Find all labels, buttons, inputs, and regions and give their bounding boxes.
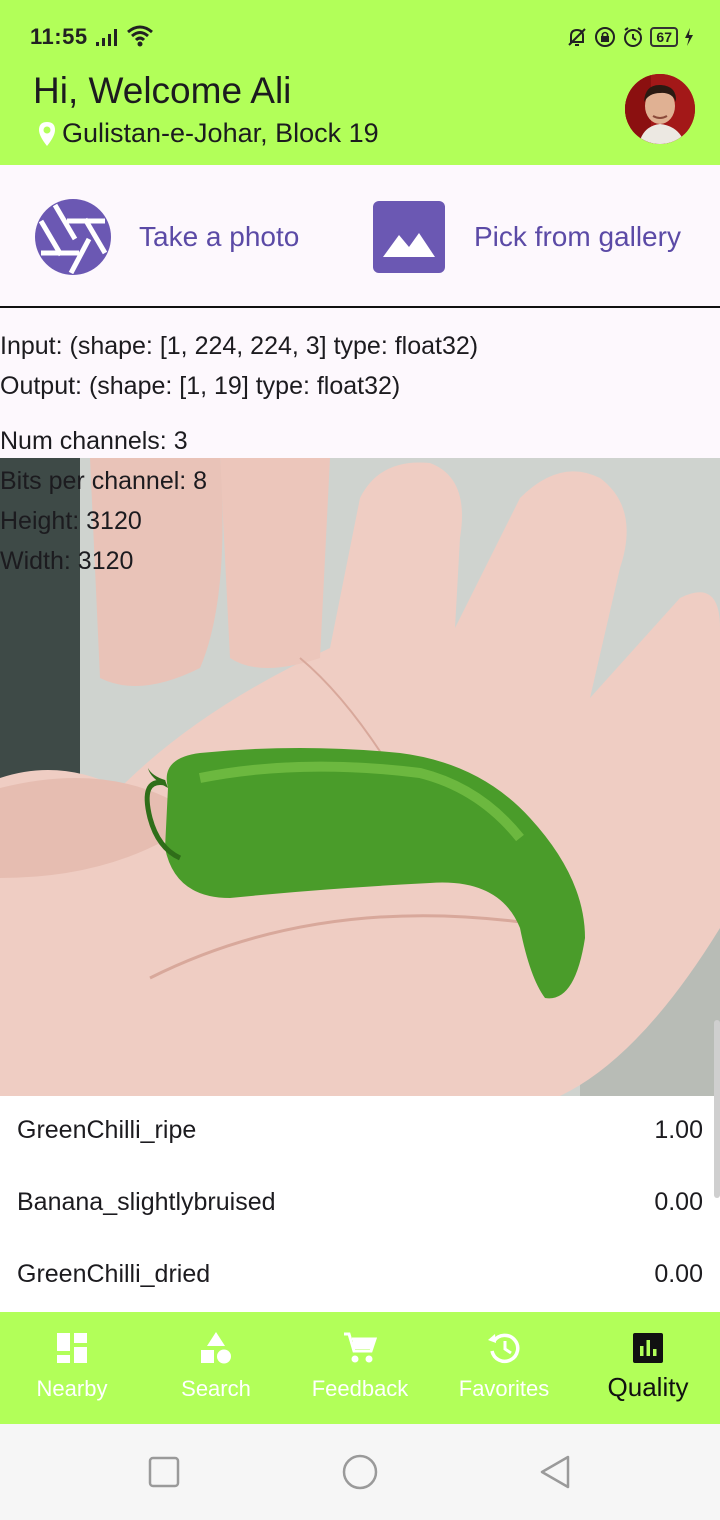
classification-results: GreenChilli_ripe 1.00 Banana_slightlybru… — [0, 1096, 720, 1312]
nav-favorites[interactable]: Favorites — [432, 1312, 576, 1424]
dashboard-icon — [54, 1330, 90, 1366]
recent-apps-icon[interactable] — [144, 1452, 184, 1492]
location-text: Gulistan-e-Johar, Block 19 — [62, 118, 379, 148]
result-row[interactable]: GreenChilli_ripe 1.00 — [0, 1096, 720, 1168]
take-photo-button[interactable]: Take a photo — [33, 165, 299, 308]
nav-nearby[interactable]: Nearby — [0, 1312, 144, 1424]
bar-chart-icon — [630, 1330, 666, 1366]
pick-gallery-button[interactable]: Pick from gallery — [373, 165, 681, 308]
signal-icon — [96, 29, 117, 46]
charging-icon — [685, 28, 693, 46]
nav-label: Nearby — [36, 1376, 108, 1401]
num-channels-text: Num channels: 3 — [0, 427, 188, 455]
nav-label: Search — [181, 1376, 251, 1401]
result-row[interactable]: GreenChilli_dried 0.00 — [0, 1240, 720, 1312]
location-pin-icon — [39, 121, 55, 146]
app-header: 11:55 67 Hi, Welcome Ali Gulistan-e-Joha… — [0, 0, 720, 165]
result-score: 1.00 — [654, 1116, 703, 1144]
status-time: 11:55 — [30, 24, 88, 49]
nav-quality[interactable]: Quality — [576, 1312, 720, 1424]
nav-label: Favorites — [458, 1376, 550, 1401]
width-text: Width: 3120 — [0, 547, 134, 575]
system-navigation-bar — [0, 1424, 720, 1520]
home-icon[interactable] — [340, 1452, 380, 1492]
cart-icon — [342, 1330, 378, 1366]
result-row[interactable]: Banana_slightlybruised 0.00 — [0, 1168, 720, 1240]
status-icons: 67 — [566, 24, 694, 50]
status-bar: 11:55 67 — [0, 0, 720, 70]
take-photo-label: Take a photo — [139, 220, 300, 252]
user-avatar-image — [625, 74, 695, 144]
result-label: GreenChilli_dried — [17, 1260, 211, 1288]
back-icon[interactable] — [536, 1452, 576, 1492]
nav-feedback[interactable]: Feedback — [288, 1312, 432, 1424]
bottom-navigation: Nearby Search Feedback Favorites Quality — [0, 1312, 720, 1424]
nav-label: Feedback — [311, 1376, 409, 1401]
pick-gallery-label: Pick from gallery — [474, 220, 681, 252]
image-source-actions: Take a photo Pick from gallery — [0, 165, 720, 308]
category-icon — [198, 1330, 234, 1366]
height-text: Height: 3120 — [0, 507, 142, 535]
result-score: 0.00 — [654, 1260, 703, 1288]
bits-per-channel-text: Bits per channel: 8 — [0, 467, 208, 495]
wifi-icon — [127, 25, 153, 47]
welcome-title: Hi, Welcome Ali — [33, 70, 292, 111]
output-shape-text: Output: (shape: [1, 19] type: float32) — [0, 372, 401, 400]
mute-bell-icon — [568, 28, 587, 46]
avatar[interactable] — [625, 74, 695, 144]
camera-shutter-icon — [35, 198, 111, 275]
result-label: GreenChilli_ripe — [17, 1116, 197, 1144]
battery-level: 67 — [656, 29, 672, 45]
image-icon — [373, 200, 445, 273]
battery-indicator: 67 — [650, 27, 678, 47]
input-shape-text: Input: (shape: [1, 224, 224, 3] type: fl… — [0, 332, 479, 360]
scrollbar[interactable] — [714, 1020, 720, 1198]
nav-search[interactable]: Search — [144, 1312, 288, 1424]
result-score: 0.00 — [654, 1188, 703, 1216]
location[interactable]: Gulistan-e-Johar, Block 19 — [38, 118, 379, 149]
lock-circle-icon — [595, 27, 616, 47]
history-icon — [486, 1330, 522, 1366]
alarm-icon — [624, 27, 643, 47]
nav-label: Quality — [607, 1372, 689, 1402]
result-label: Banana_slightlybruised — [17, 1188, 276, 1216]
